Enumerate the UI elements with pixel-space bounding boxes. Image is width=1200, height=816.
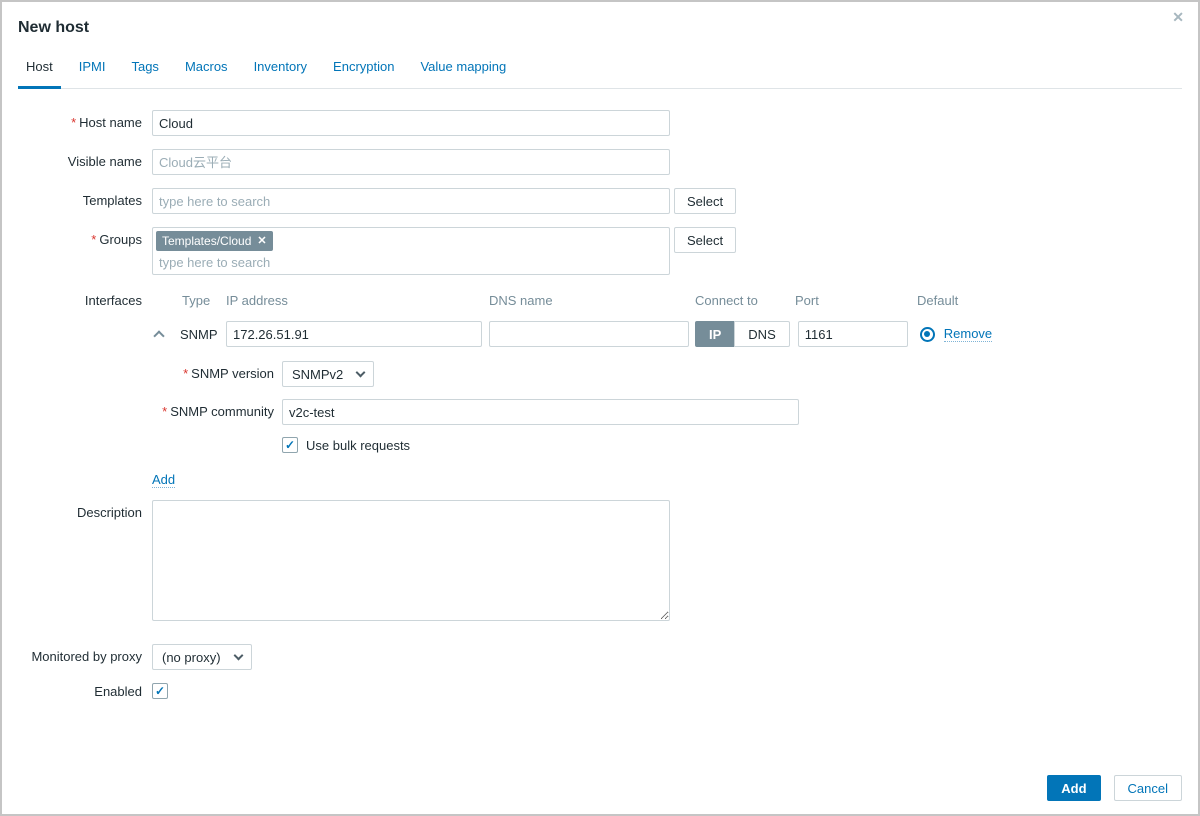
host-name-label: Host name bbox=[79, 115, 142, 130]
bulk-requests-checkbox[interactable]: ✓ bbox=[282, 437, 298, 453]
col-connect-to: Connect to bbox=[695, 293, 795, 308]
proxy-value: (no proxy) bbox=[162, 650, 221, 665]
chevron-down-icon bbox=[356, 367, 366, 377]
chip-remove-icon[interactable]: ✕ bbox=[257, 233, 266, 249]
groups-label: Groups bbox=[99, 232, 142, 247]
templates-search-input[interactable] bbox=[152, 188, 670, 214]
ip-address-input[interactable] bbox=[226, 321, 482, 347]
description-textarea[interactable] bbox=[152, 500, 670, 621]
col-port: Port bbox=[795, 293, 917, 308]
add-interface-link[interactable]: Add bbox=[152, 472, 175, 488]
interface-type: SNMP bbox=[174, 327, 226, 342]
chevron-down-icon bbox=[233, 650, 243, 660]
snmp-version-value: SNMPv2 bbox=[292, 367, 343, 382]
tab-value-mapping[interactable]: Value mapping bbox=[412, 59, 514, 88]
groups-select-button[interactable]: Select bbox=[674, 227, 736, 253]
tab-bar: Host IPMI Tags Macros Inventory Encrypti… bbox=[18, 59, 1182, 89]
templates-label: Templates bbox=[2, 188, 152, 208]
group-chip-label: Templates/Cloud bbox=[162, 233, 251, 249]
col-type: Type bbox=[174, 293, 226, 308]
chevron-up-icon bbox=[153, 330, 164, 341]
connect-to-dns-segment[interactable]: DNS bbox=[734, 321, 789, 347]
required-marker: * bbox=[91, 232, 96, 247]
close-icon[interactable]: ✕ bbox=[1172, 10, 1184, 24]
groups-multiselect[interactable]: Templates/Cloud ✕ type here to search bbox=[152, 227, 670, 275]
port-input[interactable] bbox=[798, 321, 908, 347]
radio-dot bbox=[924, 331, 930, 337]
default-interface-radio[interactable] bbox=[920, 327, 935, 342]
connect-to-toggle: IP DNS bbox=[695, 321, 790, 347]
visible-name-input[interactable] bbox=[152, 149, 670, 175]
remove-interface-link[interactable]: Remove bbox=[944, 326, 992, 342]
connect-to-ip-segment[interactable]: IP bbox=[695, 321, 734, 347]
description-label: Description bbox=[2, 500, 152, 520]
visible-name-label: Visible name bbox=[2, 149, 152, 169]
snmp-interface-row: SNMP IP DNS Remove bbox=[152, 321, 992, 347]
new-host-dialog: New host ✕ Host IPMI Tags Macros Invento… bbox=[0, 0, 1200, 816]
proxy-row: Monitored by proxy (no proxy) bbox=[2, 644, 1198, 670]
dialog-header: New host ✕ bbox=[2, 2, 1198, 37]
groups-search-placeholder[interactable]: type here to search bbox=[156, 251, 666, 270]
interfaces-block: Type IP address DNS name Connect to Port… bbox=[152, 288, 992, 500]
tab-macros[interactable]: Macros bbox=[177, 59, 236, 88]
dialog-footer: Add Cancel bbox=[1047, 775, 1182, 801]
col-default: Default bbox=[917, 293, 958, 308]
host-name-row: *Host name bbox=[2, 110, 1198, 136]
add-button[interactable]: Add bbox=[1047, 775, 1100, 801]
add-interface-line: Add bbox=[152, 472, 992, 487]
tab-tags[interactable]: Tags bbox=[123, 59, 166, 88]
templates-select-button[interactable]: Select bbox=[674, 188, 736, 214]
proxy-select[interactable]: (no proxy) bbox=[152, 644, 252, 670]
snmp-version-row: *SNMP version SNMPv2 bbox=[152, 361, 992, 387]
required-marker: * bbox=[71, 115, 76, 130]
cancel-button[interactable]: Cancel bbox=[1114, 775, 1182, 801]
dns-name-input[interactable] bbox=[489, 321, 689, 347]
group-chip: Templates/Cloud ✕ bbox=[156, 231, 273, 251]
tab-ipmi[interactable]: IPMI bbox=[71, 59, 114, 88]
col-ip-address: IP address bbox=[226, 293, 489, 308]
collapse-toggle[interactable] bbox=[152, 328, 174, 340]
interfaces-label: Interfaces bbox=[2, 288, 152, 308]
enabled-row: Enabled ✓ bbox=[2, 682, 1198, 699]
snmp-community-label: SNMP community bbox=[170, 404, 274, 419]
templates-row: Templates Select bbox=[2, 188, 1198, 214]
bulk-requests-row: ✓ Use bulk requests bbox=[152, 437, 992, 453]
enabled-checkbox[interactable]: ✓ bbox=[152, 683, 168, 699]
snmp-community-row: *SNMP community bbox=[152, 399, 992, 425]
host-name-input[interactable] bbox=[152, 110, 670, 136]
required-marker: * bbox=[183, 366, 188, 381]
tab-host[interactable]: Host bbox=[18, 59, 61, 89]
host-form: *Host name Visible name Templates Select… bbox=[2, 89, 1198, 699]
interfaces-header: Type IP address DNS name Connect to Port… bbox=[152, 288, 992, 308]
snmp-version-label: SNMP version bbox=[191, 366, 274, 381]
required-marker: * bbox=[162, 404, 167, 419]
description-row: Description bbox=[2, 500, 1198, 621]
visible-name-row: Visible name bbox=[2, 149, 1198, 175]
snmp-community-input[interactable] bbox=[282, 399, 799, 425]
tab-encryption[interactable]: Encryption bbox=[325, 59, 402, 88]
tab-inventory[interactable]: Inventory bbox=[246, 59, 315, 88]
proxy-label: Monitored by proxy bbox=[2, 644, 152, 664]
enabled-label: Enabled bbox=[2, 682, 152, 699]
snmp-version-select[interactable]: SNMPv2 bbox=[282, 361, 374, 387]
page-title: New host bbox=[18, 19, 1182, 37]
interfaces-row: Interfaces Type IP address DNS name Conn… bbox=[2, 288, 1198, 500]
col-dns-name: DNS name bbox=[489, 293, 695, 308]
bulk-requests-label: Use bulk requests bbox=[306, 438, 410, 453]
groups-row: *Groups Templates/Cloud ✕ type here to s… bbox=[2, 227, 1198, 275]
